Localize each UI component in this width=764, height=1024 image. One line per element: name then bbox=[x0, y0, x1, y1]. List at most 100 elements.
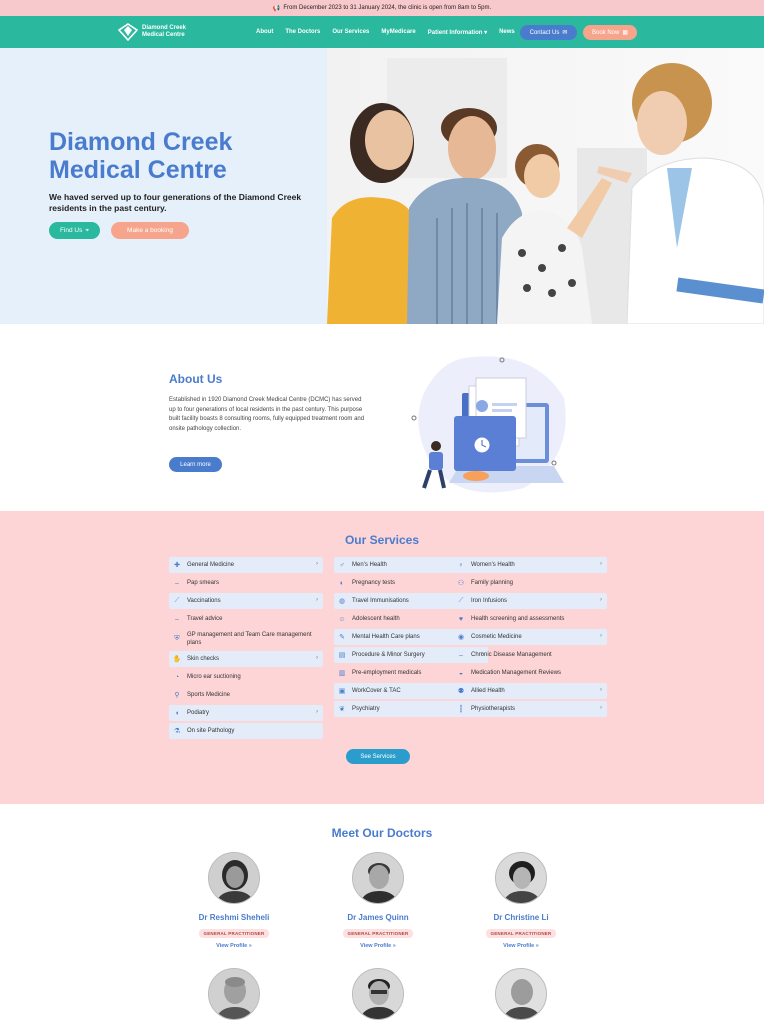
service-item[interactable]: ⚇ Family planning bbox=[453, 575, 607, 591]
nav-patient-information-label: Patient Information bbox=[427, 29, 483, 36]
nav-about[interactable]: About bbox=[256, 29, 273, 35]
view-profile-link[interactable]: View Profile » bbox=[164, 943, 304, 949]
service-label: Health screening and assessments bbox=[471, 616, 565, 622]
book-now-label: Book Now bbox=[591, 29, 620, 36]
see-services-button[interactable]: See Services bbox=[346, 749, 410, 764]
doctor-avatar[interactable] bbox=[352, 968, 404, 1020]
male-icon: ♂ bbox=[339, 561, 345, 569]
service-label: Travel Immunisations bbox=[352, 598, 409, 604]
family-icon: ⚇ bbox=[457, 580, 465, 587]
service-item[interactable]: ◒ Medication Management Reviews bbox=[453, 665, 607, 681]
brain-icon: ❦ bbox=[339, 706, 345, 713]
service-item[interactable]: – Travel advice bbox=[169, 611, 323, 627]
service-item[interactable]: ⟋ Iron Infusions › bbox=[453, 593, 607, 609]
service-label: On site Pathology bbox=[187, 728, 235, 734]
contact-us-button[interactable]: Contact Us ✉ bbox=[520, 25, 577, 40]
book-now-button[interactable]: Book Now ▦ bbox=[583, 25, 637, 40]
find-us-button[interactable]: Find Us ⌖ bbox=[49, 222, 100, 239]
service-label: Chronic Disease Management bbox=[471, 652, 552, 658]
nav-the-doctors[interactable]: The Doctors bbox=[285, 29, 320, 35]
clipboard-icon: ▤ bbox=[338, 652, 346, 659]
service-label: Men's Health bbox=[352, 562, 387, 568]
service-item[interactable]: ⟋ Vaccinations › bbox=[169, 593, 323, 609]
female-icon: ♀ bbox=[458, 561, 464, 569]
doctors-title: Meet Our Doctors bbox=[331, 826, 433, 840]
nav-menu: About The Doctors Our Services MyMedicar… bbox=[256, 16, 515, 48]
doctor-avatar[interactable] bbox=[208, 968, 260, 1020]
heart-icon: ♥ bbox=[458, 615, 464, 623]
services-title: Our Services bbox=[344, 533, 420, 547]
hero-title-line1: Diamond Creek bbox=[49, 128, 233, 156]
doctor-card[interactable]: Dr Reshmi Sheheli GENERAL PRACTITIONER V… bbox=[164, 852, 304, 949]
service-label: Allied Health bbox=[471, 688, 505, 694]
globe-icon: ◍ bbox=[338, 598, 346, 605]
hero-subtitle: We haved served up to four generations o… bbox=[49, 192, 302, 213]
dash-icon: – bbox=[175, 615, 179, 623]
chevron-right-icon: › bbox=[600, 597, 602, 603]
logo[interactable]: Diamond Creek Medical Centre bbox=[118, 23, 186, 41]
service-item[interactable]: ◔ Micro ear suctioning bbox=[169, 669, 323, 685]
service-label: Cosmetic Medicine bbox=[471, 634, 522, 640]
service-label: Iron Infusions bbox=[471, 598, 508, 604]
service-label: Physiotherapists bbox=[471, 706, 516, 712]
service-item[interactable]: ✚ General Medicine › bbox=[169, 557, 323, 573]
service-item[interactable]: – Chronic Disease Management bbox=[453, 647, 607, 663]
pregnancy-icon: ◐ bbox=[339, 579, 345, 587]
service-item[interactable]: ┇ Physiotherapists › bbox=[453, 701, 607, 717]
brand-line1: Diamond Creek bbox=[142, 25, 187, 31]
doctor-card[interactable]: Dr James Quinn GENERAL PRACTITIONER View… bbox=[308, 852, 448, 949]
map-pin-icon: ⌖ bbox=[85, 226, 90, 234]
make-booking-button[interactable]: Make a booking bbox=[111, 222, 189, 239]
service-label: General Medicine bbox=[187, 562, 235, 568]
view-profile-link[interactable]: View Profile » bbox=[308, 943, 448, 949]
service-item[interactable]: ⚉ Allied Health › bbox=[453, 683, 607, 699]
doctor-avatar[interactable] bbox=[495, 968, 547, 1020]
chevron-right-icon: › bbox=[600, 687, 602, 693]
service-item[interactable]: ♀ Women's Health › bbox=[453, 557, 607, 573]
service-label: Adolescent health bbox=[352, 616, 400, 622]
brand-line2: Medical Centre bbox=[142, 32, 185, 38]
spine-icon: ┇ bbox=[458, 706, 464, 713]
chevron-right-icon: › bbox=[600, 561, 602, 567]
service-label: Family planning bbox=[471, 580, 514, 586]
contact-us-label: Contact Us bbox=[529, 29, 560, 36]
service-label: Pregnancy tests bbox=[352, 580, 396, 586]
nav-mymedicare[interactable]: MyMedicare bbox=[381, 29, 415, 35]
hero-title: Diamond Creek Medical Centre bbox=[49, 128, 232, 184]
service-item[interactable]: ⚲ Sports Medicine bbox=[169, 687, 323, 703]
doctor-avatar bbox=[352, 852, 404, 904]
service-item[interactable]: ♥ Health screening and assessments bbox=[453, 611, 607, 627]
document-icon: ▥ bbox=[338, 670, 346, 677]
chat-icon: ✎ bbox=[339, 634, 345, 641]
dash-icon: – bbox=[175, 579, 179, 587]
chevron-right-icon: › bbox=[600, 633, 602, 639]
service-label: Podiatry bbox=[187, 710, 210, 716]
view-profile-link[interactable]: View Profile » bbox=[451, 943, 591, 949]
service-label: Micro ear suctioning bbox=[187, 674, 241, 680]
chevron-right-icon: › bbox=[600, 705, 602, 711]
service-label: GP management and Team Care management p… bbox=[187, 632, 312, 646]
service-item[interactable]: ◉ Cosmetic Medicine › bbox=[453, 629, 607, 645]
nav-patient-information[interactable]: Patient Information ▾ bbox=[428, 29, 487, 36]
doctor-card[interactable]: Dr Christine Li GENERAL PRACTITIONER Vie… bbox=[451, 852, 591, 949]
shield-icon: ⛨ bbox=[174, 635, 180, 642]
service-item[interactable]: – Pap smears bbox=[169, 575, 323, 591]
doctor-avatar bbox=[495, 852, 547, 904]
dash-icon: – bbox=[459, 651, 463, 659]
pills-icon: ◒ bbox=[458, 669, 464, 677]
nav-news[interactable]: News bbox=[499, 29, 515, 35]
service-item[interactable]: ✋ Skin checks › bbox=[169, 651, 323, 667]
service-item[interactable]: ◖ Podiatry › bbox=[169, 705, 323, 721]
about-text: Established in 1920 Diamond Creek Medica… bbox=[169, 397, 365, 432]
service-item[interactable]: ⛨ GP management and Team Care management … bbox=[169, 629, 323, 649]
hero-section: Diamond Creek Medical Centre We haved se… bbox=[0, 48, 764, 324]
learn-more-button[interactable]: Learn more bbox=[169, 457, 222, 472]
nav-our-services[interactable]: Our Services bbox=[332, 29, 369, 35]
service-label: Medication Management Reviews bbox=[471, 670, 562, 676]
chevron-right-icon: › bbox=[316, 655, 318, 661]
briefcase-icon: ▣ bbox=[338, 688, 346, 695]
service-label: Procedure & Minor Surgery bbox=[352, 652, 425, 658]
find-us-label: Find Us bbox=[59, 227, 83, 234]
service-item[interactable]: ⚗ On site Pathology bbox=[169, 723, 323, 739]
envelope-icon: ✉ bbox=[562, 30, 568, 36]
